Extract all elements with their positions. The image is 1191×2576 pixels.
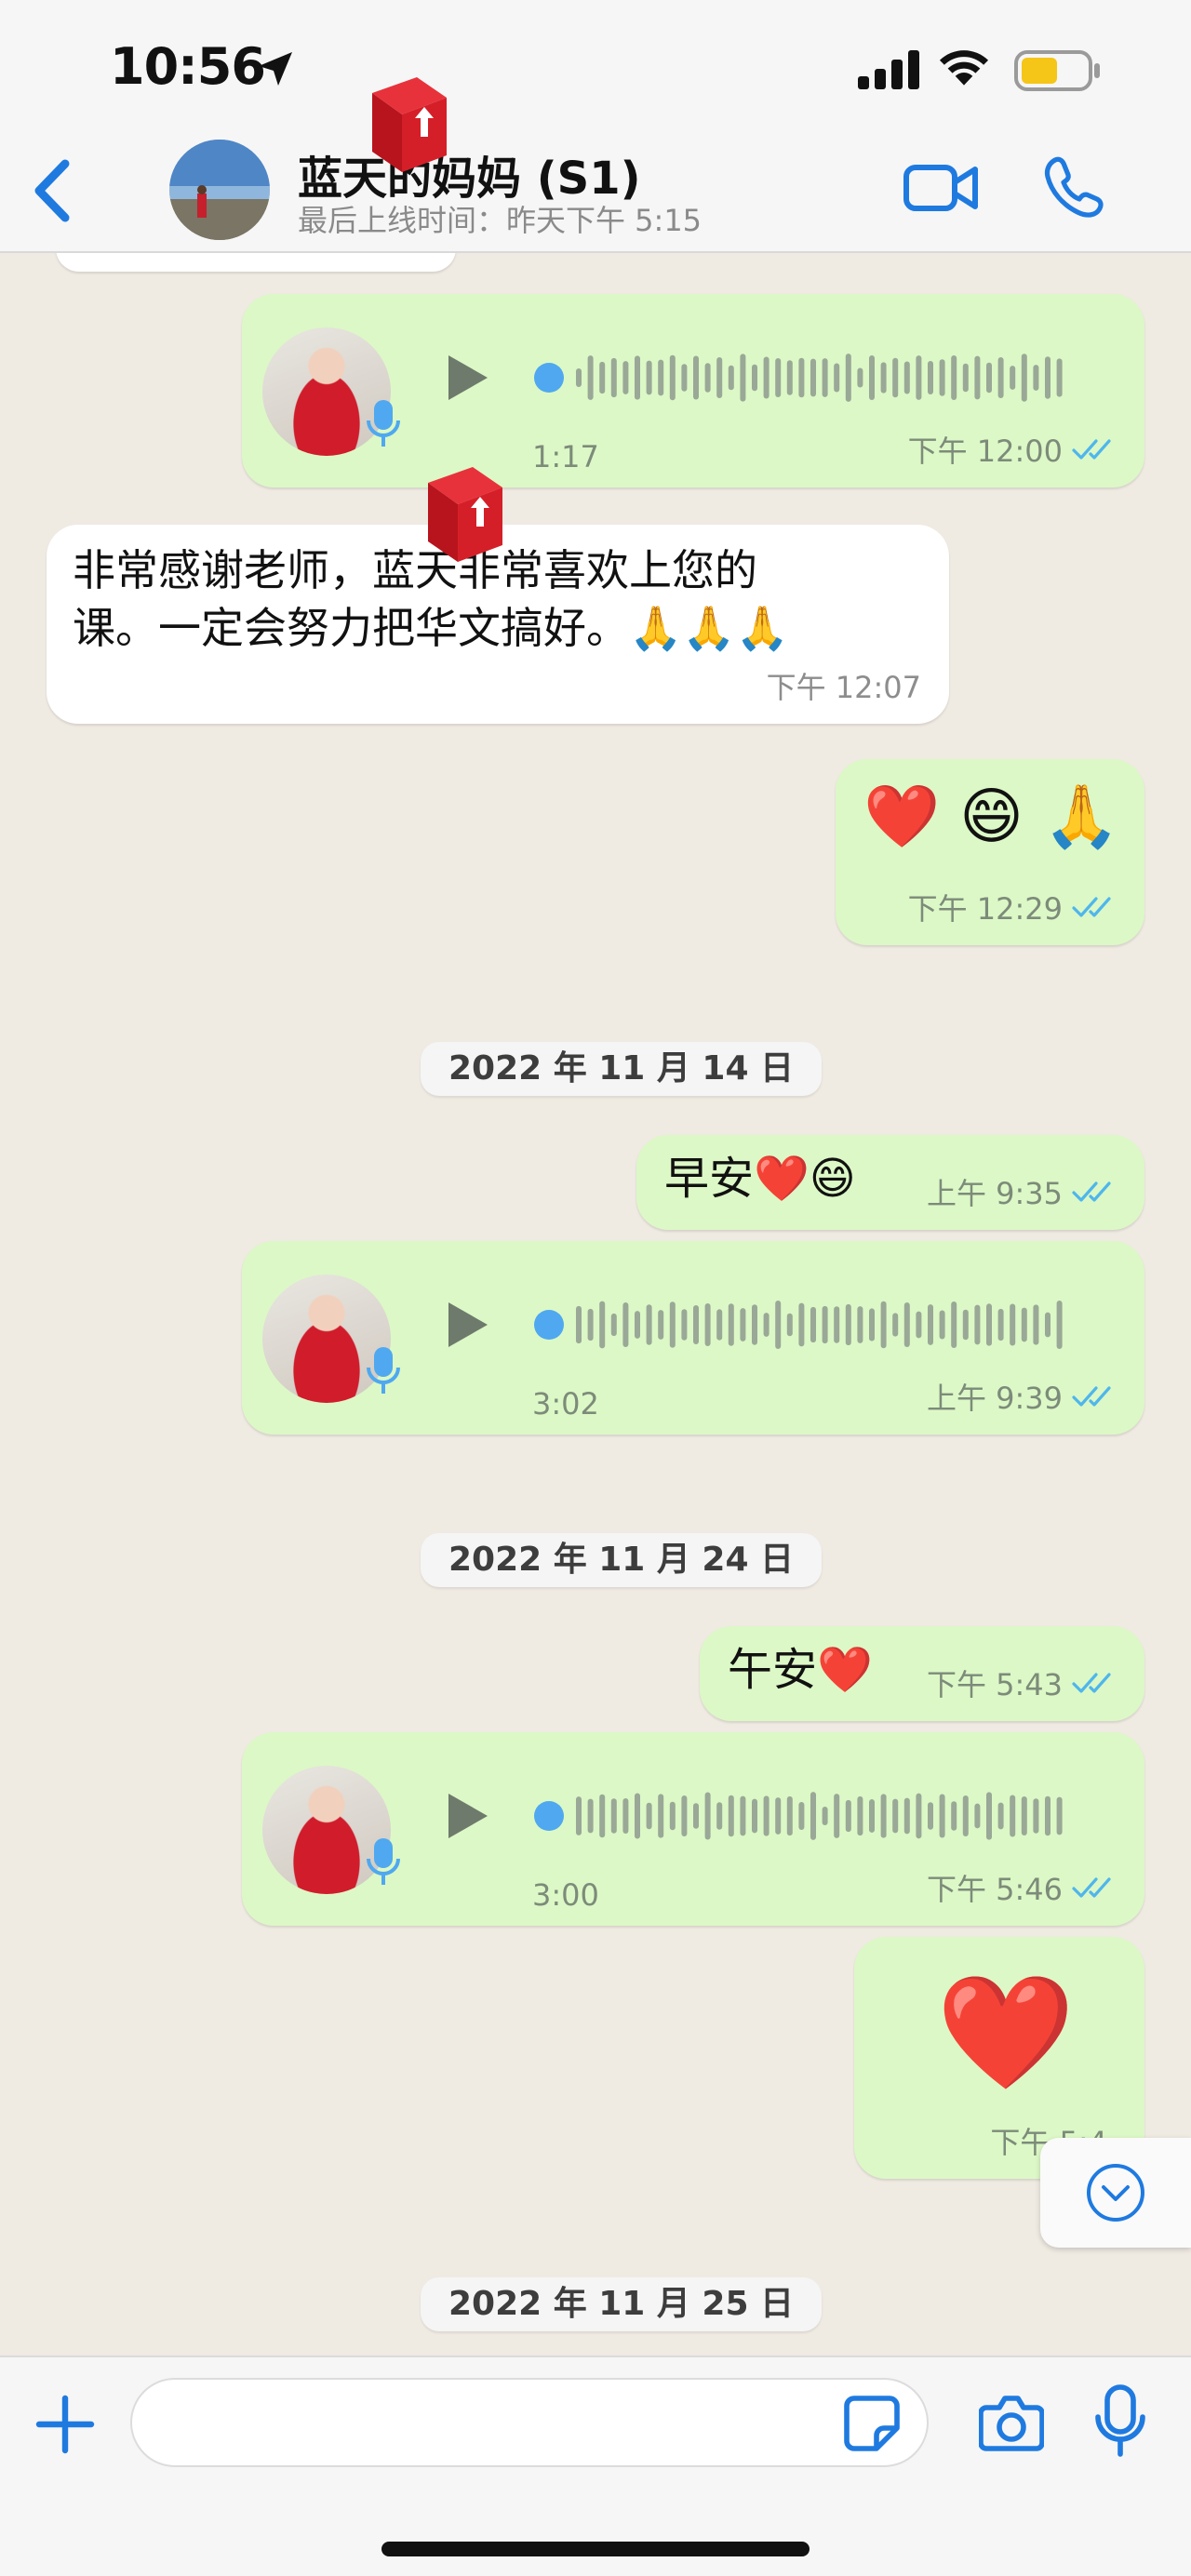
status-time: 10:56 xyxy=(110,37,266,96)
date-divider: 2022 年 11 月 24 日 xyxy=(421,1533,823,1587)
date-divider: 2022 年 11 月 14 日 xyxy=(421,1042,823,1096)
outgoing-text-message[interactable]: 早安❤️😄 上午 9:35 xyxy=(636,1135,1144,1230)
message-time: 下午 12:07 xyxy=(766,670,921,705)
plus-icon[interactable] xyxy=(35,2395,95,2454)
chevron-down-circle-icon xyxy=(1087,2164,1144,2222)
voice-message[interactable]: 3:02 上午 9:39 xyxy=(242,1241,1144,1435)
message-meta: 下午 12:29 xyxy=(908,886,1117,928)
microphone-badge-icon xyxy=(367,1347,400,1394)
play-icon[interactable] xyxy=(443,352,491,404)
message-bubble-partial xyxy=(56,253,456,272)
audio-waveform-icon[interactable] xyxy=(521,1779,1079,1853)
audio-waveform-icon[interactable] xyxy=(521,1288,1079,1362)
message-composer xyxy=(0,2356,1191,2576)
voice-call-icon[interactable] xyxy=(1042,154,1104,220)
message-meta: 下午 12:00 xyxy=(908,428,1117,471)
date-divider: 2022 年 11 月 25 日 xyxy=(421,2277,823,2331)
read-receipt-icon xyxy=(1072,1673,1111,1693)
message-list[interactable]: 1:17 下午 12:00 非常感谢老师，蓝天非常喜欢上您的 课。一定会努力把华… xyxy=(0,253,1191,2356)
read-receipt-icon xyxy=(1072,897,1111,917)
cellular-signal-icon xyxy=(858,50,919,89)
message-meta: 下午 5:46 xyxy=(927,1866,1117,1909)
message-meta: 上午 9:35 xyxy=(927,1170,1117,1213)
last-seen-status: 最后上线时间：昨天下午 5:15 xyxy=(298,203,703,238)
emoji-message[interactable]: ❤️ 😄 🙏 下午 12:29 xyxy=(836,759,1144,945)
microphone-badge-icon xyxy=(367,1838,400,1885)
avatar-photo-icon xyxy=(169,140,270,240)
watermark-logo-icon xyxy=(372,77,447,172)
voice-message[interactable]: 1:17 下午 12:00 xyxy=(242,294,1144,487)
audio-waveform-icon[interactable] xyxy=(521,340,1079,415)
message-time: 下午 12:00 xyxy=(907,434,1063,469)
location-arrow-icon xyxy=(259,52,292,86)
message-meta: 上午 9:39 xyxy=(927,1375,1117,1418)
microphone-icon[interactable] xyxy=(1094,2383,1146,2460)
message-meta: 下午 12:07 xyxy=(767,664,921,707)
back-chevron-icon[interactable] xyxy=(28,156,74,225)
message-time: 上午 9:35 xyxy=(926,1176,1063,1211)
message-text: 早安❤️😄 xyxy=(664,1153,856,1205)
microphone-badge-icon xyxy=(367,400,400,447)
message-time: 下午 12:29 xyxy=(907,891,1063,927)
battery-icon xyxy=(1014,50,1100,91)
watermark-logo-icon xyxy=(428,467,502,562)
camera-icon[interactable] xyxy=(979,2393,1044,2452)
read-receipt-icon xyxy=(1072,1181,1111,1202)
contact-avatar[interactable] xyxy=(169,140,270,240)
voice-duration: 1:17 xyxy=(532,439,599,474)
chat-header: 10:56 蓝天的妈妈 (S1) 最后上线时间：昨天下午 5:15 xyxy=(0,0,1191,253)
emoji-text: ❤️ xyxy=(936,1969,1076,2098)
voice-duration: 3:00 xyxy=(532,1877,599,1913)
read-receipt-icon xyxy=(1072,1386,1111,1407)
wifi-icon xyxy=(939,50,989,86)
message-input[interactable] xyxy=(130,2378,929,2467)
voice-message[interactable]: 3:00 下午 5:46 xyxy=(242,1732,1144,1926)
read-receipt-icon xyxy=(1072,1877,1111,1898)
message-time: 下午 5:43 xyxy=(926,1667,1063,1702)
video-call-icon[interactable] xyxy=(903,160,979,216)
message-meta: 下午 5:43 xyxy=(927,1662,1117,1704)
play-icon[interactable] xyxy=(443,1299,491,1351)
message-time: 上午 9:39 xyxy=(926,1381,1063,1416)
scroll-to-bottom-button[interactable] xyxy=(1040,2138,1191,2248)
play-icon[interactable] xyxy=(443,1790,491,1842)
voice-duration: 3:02 xyxy=(532,1386,599,1421)
outgoing-text-message[interactable]: 午安❤️ 下午 5:43 xyxy=(700,1626,1144,1721)
sticker-icon[interactable] xyxy=(843,2395,901,2452)
read-receipt-icon xyxy=(1072,439,1111,460)
message-time: 下午 5:46 xyxy=(926,1872,1063,1907)
home-indicator[interactable] xyxy=(381,2542,810,2556)
emoji-text: ❤️ 😄 🙏 xyxy=(863,781,1120,852)
message-text: 午安❤️ xyxy=(728,1644,873,1696)
